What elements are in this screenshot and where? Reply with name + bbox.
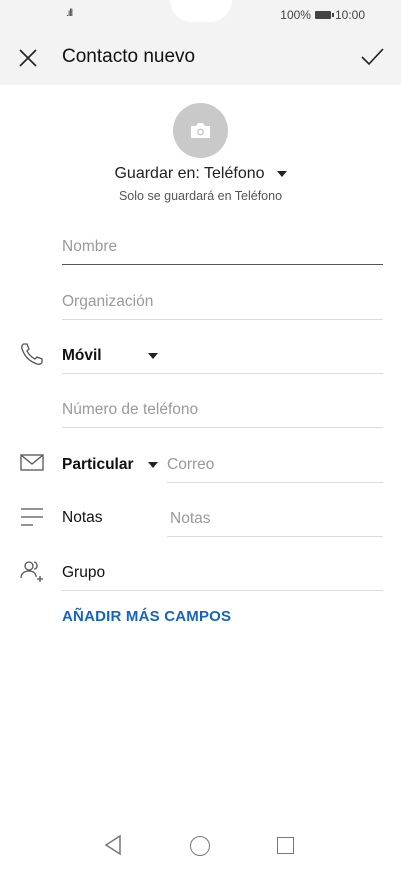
notes-icon [19,504,45,530]
check-icon [361,48,384,66]
save-location-selector[interactable]: Guardar en: Teléfono [0,165,401,183]
clock: 10:00 [334,8,365,22]
organization-placeholder: Organización [62,293,154,310]
add-photo-button[interactable] [173,103,228,158]
phone-number-placeholder: Número de teléfono [62,401,199,418]
phone-icon [19,341,45,367]
chevron-down-icon [148,353,158,359]
notes-field[interactable]: Notas [167,500,383,537]
phone-type-label: Móvil [62,347,102,364]
group-label: Grupo [62,564,106,581]
page-title: Contacto nuevo [62,46,196,67]
close-icon [19,49,37,67]
notes-placeholder: Notas [170,510,211,527]
phone-number-field[interactable]: Número de teléfono [62,391,383,428]
email-field[interactable]: Correo [167,446,383,483]
chevron-down-icon [148,462,158,468]
navigation-bar [0,820,401,870]
recent-apps-button[interactable] [277,837,294,854]
battery-percent: 100% [280,8,311,22]
back-triangle-icon [104,834,121,856]
home-button[interactable] [190,836,210,856]
add-more-fields-button[interactable]: AÑADIR MÁS CAMPOS [62,608,231,625]
notes-label: Notas [62,509,103,526]
group-field[interactable]: Grupo [62,554,383,591]
save-location-note: Solo se guardará en Teléfono [118,189,283,203]
email-placeholder: Correo [167,456,215,473]
save-button[interactable] [359,44,385,70]
organization-field[interactable]: Organización [62,283,383,320]
mail-icon [19,450,45,476]
back-button[interactable] [104,834,122,861]
group-icon [19,558,45,584]
camera-notch [170,0,232,22]
name-field[interactable]: Nombre [62,228,383,265]
email-type-label: Particular [62,456,134,473]
chevron-down-icon [276,170,287,177]
save-location-label: Guardar en: Teléfono [114,165,265,182]
status-right: 100% 10:00 [280,8,365,22]
phone-type-selector[interactable]: Móvil [62,337,383,374]
name-placeholder: Nombre [62,238,118,255]
app-bar: Contacto nuevo [0,30,401,85]
camera-icon [191,123,210,138]
battery-icon [314,11,334,19]
signal-icon: .ıll [66,8,73,19]
close-button[interactable] [16,46,40,70]
email-type-selector[interactable]: Particular [62,446,162,482]
status-bar: .ıll 100% 10:00 [0,0,401,30]
